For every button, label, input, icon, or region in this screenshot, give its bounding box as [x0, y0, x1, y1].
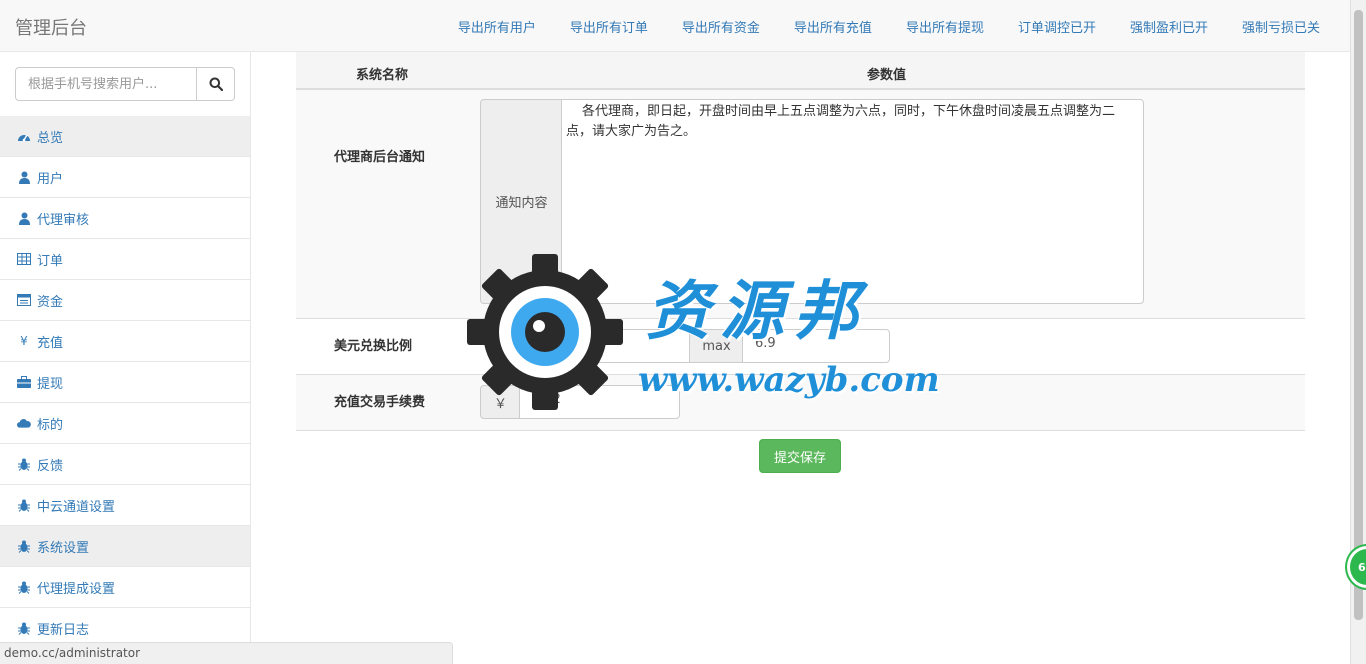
bug-icon	[17, 580, 31, 594]
settings-table: 系统名称 参数值 代理商后台通知 通知内容 各代理商，即日起，开盘时间由早上五点…	[296, 52, 1305, 473]
status-url-bar: demo.cc/administrator	[0, 642, 453, 664]
sidebar-item-label: 代理审核	[37, 212, 90, 228]
export-recharges-link[interactable]: 导出所有充值	[794, 17, 872, 36]
notice-content-addon: 通知内容	[480, 99, 562, 304]
sidebar-menu: 总览 用户 代理审核 订单 资金 ¥ 充值 提现 标的 反馈 中云通道设置 系统…	[0, 116, 250, 649]
sidebar-item-label: 用户	[37, 171, 64, 187]
sidebar-item-system-settings[interactable]: 系统设置	[0, 526, 250, 567]
header-param-value: 参数值	[867, 68, 907, 83]
briefcase-icon	[17, 375, 31, 389]
sidebar-item-funds[interactable]: 资金	[0, 280, 250, 321]
sidebar-item-label: 提现	[37, 376, 64, 392]
sidebar-item-label: 反馈	[37, 458, 64, 474]
search-input[interactable]	[15, 67, 197, 101]
sidebar-item-feedback[interactable]: 反馈	[0, 444, 250, 485]
export-orders-link[interactable]: 导出所有订单	[570, 17, 648, 36]
scrollbar-thumb[interactable]	[1354, 10, 1363, 620]
user-icon	[17, 211, 31, 225]
sidebar-item-users[interactable]: 用户	[0, 157, 250, 198]
agent-notice-label: 代理商后台通知	[334, 150, 426, 165]
exchange-max-input[interactable]: 6.9	[742, 329, 890, 363]
min-addon: min	[490, 329, 540, 363]
dashboard-icon	[17, 129, 31, 143]
user-search	[15, 67, 235, 101]
table-row-usd-exchange: 美元兑换比例 min 6 max 6.9	[296, 319, 1305, 375]
sidebar-item-agent-commission[interactable]: 代理提成设置	[0, 567, 250, 608]
sidebar-item-agent-review[interactable]: 代理审核	[0, 198, 250, 239]
sidebar-item-label: 资金	[37, 294, 64, 310]
table-header: 系统名称 参数值	[296, 52, 1305, 90]
brand-title[interactable]: 管理后台	[15, 14, 87, 40]
yen-addon: ￥	[480, 385, 520, 419]
sidebar-item-label: 订单	[37, 253, 64, 269]
exchange-min-input[interactable]: 6	[539, 329, 690, 363]
table-row-recharge-fee: 充值交易手续费 ￥ 0.02	[296, 375, 1305, 431]
cloud-icon	[17, 416, 31, 430]
bug-icon	[17, 498, 31, 512]
search-button[interactable]	[197, 67, 235, 101]
yen-icon: ¥	[20, 334, 28, 348]
sidebar-item-label: 中云通道设置	[37, 499, 116, 515]
sidebar-item-label: 总览	[37, 130, 64, 146]
search-icon	[209, 77, 223, 91]
sidebar: 总览 用户 代理审核 订单 资金 ¥ 充值 提现 标的	[0, 52, 251, 664]
order-control-toggle[interactable]: 订单调控已开	[1018, 17, 1096, 36]
sidebar-item-label: 充值	[37, 335, 64, 351]
sidebar-item-overview[interactable]: 总览	[0, 116, 250, 157]
sidebar-item-withdraw[interactable]: 提现	[0, 362, 250, 403]
force-loss-toggle[interactable]: 强制亏损已关	[1242, 17, 1320, 36]
max-addon: max	[690, 329, 743, 363]
sidebar-item-targets[interactable]: 标的	[0, 403, 250, 444]
sidebar-item-label: 代理提成设置	[37, 581, 116, 597]
bug-icon	[17, 457, 31, 471]
sidebar-item-zhongyun-channel[interactable]: 中云通道设置	[0, 485, 250, 526]
export-withdrawals-link[interactable]: 导出所有提现	[906, 17, 984, 36]
user-icon	[17, 170, 31, 184]
export-users-link[interactable]: 导出所有用户	[458, 17, 536, 36]
sidebar-item-label: 更新日志	[37, 622, 90, 638]
bug-icon	[17, 621, 31, 635]
force-profit-toggle[interactable]: 强制盈利已开	[1130, 17, 1208, 36]
top-nav-links: 导出所有用户 导出所有订单 导出所有资金 导出所有充值 导出所有提现 订单调控已…	[424, 17, 1320, 36]
table-row-agent-notice: 代理商后台通知 通知内容 各代理商，即日起，开盘时间由早上五点调整为六点，同时，…	[296, 90, 1305, 319]
sidebar-item-orders[interactable]: 订单	[0, 239, 250, 280]
submit-save-button[interactable]: 提交保存	[759, 439, 841, 473]
bug-icon	[17, 539, 31, 553]
export-funds-link[interactable]: 导出所有资金	[682, 17, 760, 36]
sidebar-item-label: 标的	[37, 417, 64, 433]
recharge-fee-label: 充值交易手续费	[334, 395, 426, 410]
sidebar-item-recharge[interactable]: ¥ 充值	[0, 321, 250, 362]
header-system-name: 系统名称	[356, 68, 409, 83]
recharge-fee-input[interactable]: 0.02	[519, 385, 680, 419]
usd-exchange-label: 美元兑换比例	[334, 339, 413, 354]
table-icon	[17, 252, 31, 266]
notice-content-textarea[interactable]: 各代理商，即日起，开盘时间由早上五点调整为六点，同时，下午休盘时间凌晨五点调整为…	[561, 99, 1144, 304]
sidebar-item-label: 系统设置	[37, 540, 90, 556]
list-icon	[17, 293, 31, 307]
top-navbar: 管理后台 导出所有用户 导出所有订单 导出所有资金 导出所有充值 导出所有提现 …	[0, 0, 1350, 52]
